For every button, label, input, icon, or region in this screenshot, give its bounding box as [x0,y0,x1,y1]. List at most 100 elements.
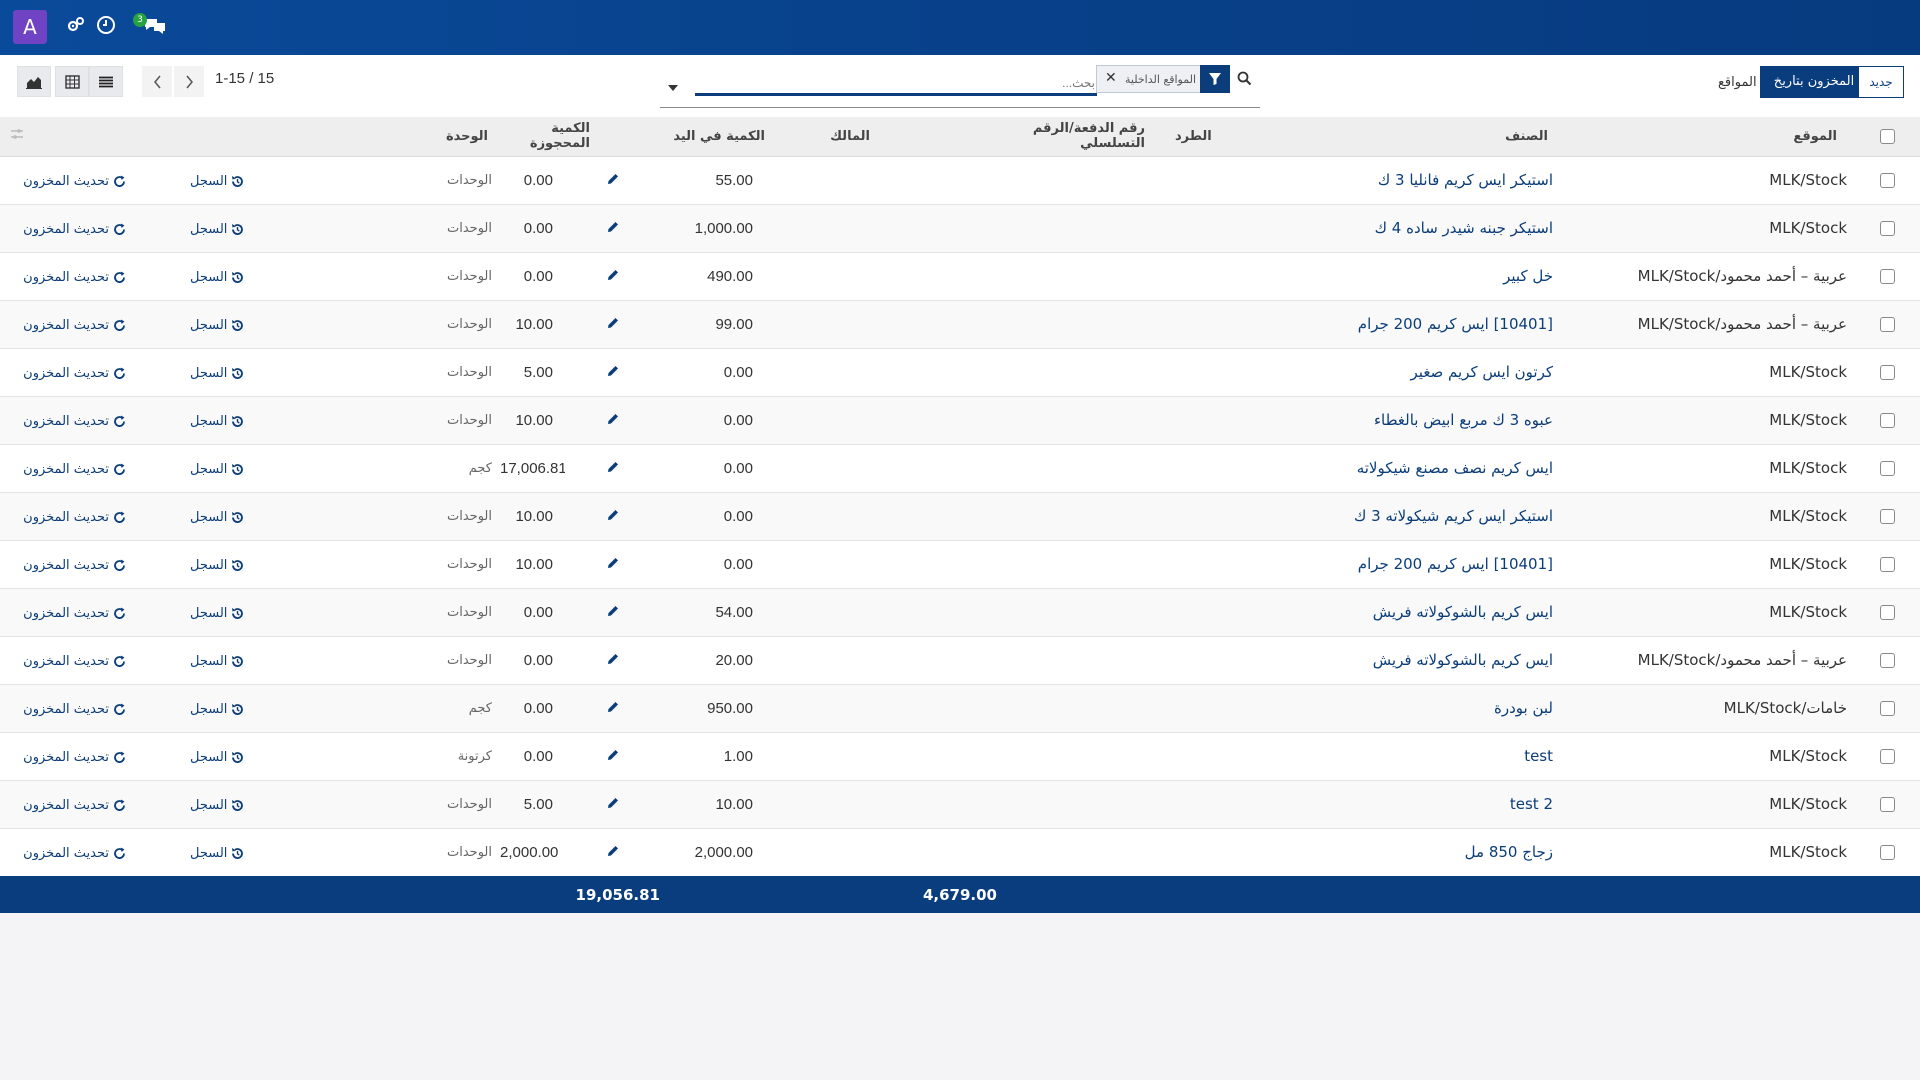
cell-product[interactable]: [10401] ايس كريم 200 جرام [1145,299,1565,348]
optional-columns-toggle[interactable] [0,117,130,157]
edit-pencil-icon[interactable] [607,269,619,281]
history-button[interactable]: السجل [190,798,244,813]
table-row[interactable]: تحديث المخزون السجل الوحدات 0.00 1,000.0… [0,203,1920,252]
column-header-lot[interactable]: رقم الدفعة/الرقم التسلسلي [1015,117,1145,157]
column-header-location[interactable]: الموقع [1565,117,1855,157]
cell-product[interactable]: استيكر ايس كريم فانليا 3 ك [1145,155,1565,204]
row-checkbox[interactable] [1855,347,1920,396]
cell-on-hand[interactable]: 0.00 [660,395,765,444]
list-view-button[interactable] [89,66,123,97]
cell-on-hand[interactable]: 1.00 [660,731,765,780]
cell-product[interactable]: خل كبير [1145,251,1565,300]
row-checkbox[interactable] [1855,827,1920,876]
history-button[interactable]: السجل [190,174,244,189]
update-stock-button[interactable]: تحديث المخزون [23,750,126,765]
pivot-view-button[interactable] [55,66,89,97]
search-icon[interactable] [1237,71,1252,90]
graph-view-button[interactable] [17,66,51,97]
update-stock-button[interactable]: تحديث المخزون [23,366,126,381]
column-header-product[interactable]: الصنف [1505,129,1548,144]
table-row[interactable]: تحديث المخزون السجل الوحدات 0.00 490.00 … [0,251,1920,300]
stock-by-date-button[interactable]: المخزون بتاريخ [1760,66,1868,98]
cell-product[interactable]: عبوه 3 ك مربع ابيض بالغطاء [1145,395,1565,444]
cell-on-hand[interactable]: 2,000.00 [660,827,765,876]
edit-pencil-icon[interactable] [607,413,619,425]
update-stock-button[interactable]: تحديث المخزون [23,798,126,813]
cell-on-hand[interactable]: 0.00 [660,539,765,588]
history-button[interactable]: السجل [190,270,244,285]
column-header-package[interactable]: الطرد [1175,129,1212,144]
pager-previous-button[interactable] [142,66,172,97]
cell-product[interactable]: [10401] ايس كريم 200 جرام [1145,539,1565,588]
history-button[interactable]: السجل [190,318,244,333]
row-checkbox[interactable] [1855,443,1920,492]
user-avatar[interactable]: A [13,10,47,44]
history-button[interactable]: السجل [190,414,244,429]
edit-pencil-icon[interactable] [607,845,619,857]
table-row[interactable]: تحديث المخزون السجل كجم 0.00 950.00 لبن … [0,683,1920,732]
table-row[interactable]: تحديث المخزون السجل كرتونة 0.00 1.00 tes… [0,731,1920,780]
history-button[interactable]: السجل [190,222,244,237]
row-checkbox[interactable] [1855,587,1920,636]
row-checkbox[interactable] [1855,635,1920,684]
row-checkbox[interactable] [1855,491,1920,540]
update-stock-button[interactable]: تحديث المخزون [23,558,126,573]
history-button[interactable]: السجل [190,366,244,381]
cell-on-hand[interactable]: 99.00 [660,299,765,348]
table-row[interactable]: تحديث المخزون السجل الوحدات 0.00 55.00 ا… [0,155,1920,204]
table-row[interactable]: تحديث المخزون السجل الوحدات 10.00 0.00 ا… [0,491,1920,540]
cell-product[interactable]: زجاج 850 مل [1145,827,1565,876]
table-row[interactable]: تحديث المخزون السجل الوحدات 0.00 20.00 ا… [0,635,1920,684]
update-stock-button[interactable]: تحديث المخزون [23,270,126,285]
history-button[interactable]: السجل [190,702,244,717]
table-row[interactable]: تحديث المخزون السجل كجم 17,006.81 0.00 ا… [0,443,1920,492]
table-row[interactable]: تحديث المخزون السجل الوحدات 10.00 99.00 … [0,299,1920,348]
cell-on-hand[interactable]: 0.00 [660,491,765,540]
edit-pencil-icon[interactable] [607,509,619,521]
update-stock-button[interactable]: تحديث المخزون [23,318,126,333]
history-button[interactable]: السجل [190,606,244,621]
edit-pencil-icon[interactable] [607,221,619,233]
table-row[interactable]: تحديث المخزون السجل الوحدات 0.00 54.00 ا… [0,587,1920,636]
cell-product[interactable]: ايس كريم بالشوكولاته فريش [1145,587,1565,636]
row-checkbox[interactable] [1855,395,1920,444]
row-checkbox[interactable] [1855,539,1920,588]
row-checkbox[interactable] [1855,299,1920,348]
row-checkbox[interactable] [1855,203,1920,252]
edit-pencil-icon[interactable] [607,749,619,761]
row-checkbox[interactable] [1855,779,1920,828]
history-button[interactable]: السجل [190,750,244,765]
table-row[interactable]: تحديث المخزون السجل الوحدات 10.00 0.00 [… [0,539,1920,588]
update-stock-button[interactable]: تحديث المخزون [23,510,126,525]
cell-on-hand[interactable]: 55.00 [660,155,765,204]
cell-on-hand[interactable]: 0.00 [660,443,765,492]
cell-product[interactable]: كرتون ايس كريم صغير [1145,347,1565,396]
update-stock-button[interactable]: تحديث المخزون [23,654,126,669]
cell-product[interactable]: test [1145,731,1565,780]
cell-on-hand[interactable]: 490.00 [660,251,765,300]
cell-on-hand[interactable]: 0.00 [660,347,765,396]
row-checkbox[interactable] [1855,731,1920,780]
search-input[interactable] [695,73,1097,96]
cell-product[interactable]: استيكر ايس كريم شيكولاته 3 ك [1145,491,1565,540]
remove-facet-icon[interactable]: ✕ [1105,70,1117,86]
row-checkbox[interactable] [1855,683,1920,732]
column-header-reserved[interactable]: الكمية المحجوزة [500,117,660,157]
cell-product[interactable]: استيكر جبنه شيدر ساده 4 ك [1145,203,1565,252]
select-all-checkbox[interactable] [1855,117,1920,157]
edit-pencil-icon[interactable] [607,605,619,617]
update-stock-button[interactable]: تحديث المخزون [23,414,126,429]
update-stock-button[interactable]: تحديث المخزون [23,606,126,621]
history-button[interactable]: السجل [190,462,244,477]
update-stock-button[interactable]: تحديث المخزون [23,462,126,477]
edit-pencil-icon[interactable] [607,797,619,809]
cell-on-hand[interactable]: 950.00 [660,683,765,732]
edit-pencil-icon[interactable] [607,173,619,185]
settings-cogs-icon[interactable] [66,15,88,37]
activity-clock-icon[interactable] [96,15,118,37]
edit-pencil-icon[interactable] [607,317,619,329]
column-header-unit[interactable]: الوحدة [330,117,500,157]
cell-product[interactable]: لبن بودرة [1145,683,1565,732]
row-checkbox[interactable] [1855,155,1920,204]
edit-pencil-icon[interactable] [607,653,619,665]
